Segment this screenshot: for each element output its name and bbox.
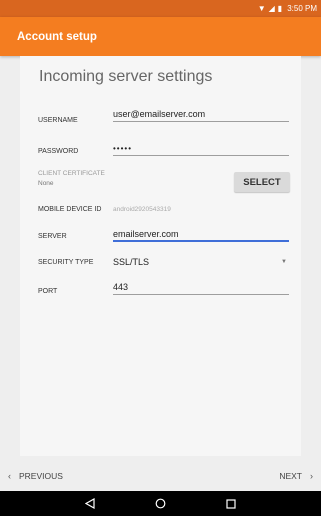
app-bar-title: Account setup: [17, 30, 97, 43]
home-icon[interactable]: [155, 498, 166, 509]
system-navigation-bar: [0, 491, 321, 516]
port-field[interactable]: [113, 281, 289, 295]
username-label: USERNAME: [38, 117, 78, 124]
battery-icon: ▮: [277, 3, 283, 13]
next-button[interactable]: NEXT ›: [279, 471, 313, 481]
server-field[interactable]: [113, 228, 289, 242]
signal-icon: ◢: [268, 3, 275, 13]
page-title: Incoming server settings: [39, 68, 213, 85]
server-label: SERVER: [38, 233, 67, 240]
settings-card: Incoming server settings USERNAME PASSWO…: [20, 56, 301, 456]
previous-button[interactable]: ‹ PREVIOUS: [8, 471, 63, 481]
port-label: PORT: [38, 288, 58, 295]
wifi-icon: ▼: [257, 3, 266, 13]
password-field[interactable]: [113, 142, 289, 156]
back-icon[interactable]: [85, 498, 95, 509]
client-certificate-value: None: [38, 180, 54, 187]
select-certificate-button[interactable]: SELECT: [234, 172, 290, 192]
security-type-value: SSL/TLS: [113, 257, 150, 267]
recents-icon[interactable]: [226, 498, 236, 509]
status-bar: ▼ ◢ ▮ 3:50 PM: [0, 0, 321, 17]
chevron-right-icon: ›: [310, 471, 313, 481]
client-certificate-label: CLIENT CERTIFICATE: [38, 170, 105, 177]
password-label: PASSWORD: [38, 148, 79, 155]
status-time: 3:50 PM: [287, 4, 317, 13]
wizard-navigation: ‹ PREVIOUS NEXT ›: [0, 466, 321, 486]
dropdown-arrow-icon: ▼: [281, 259, 287, 265]
chevron-left-icon: ‹: [8, 471, 11, 481]
mobile-device-id-label: MOBILE DEVICE ID: [38, 206, 102, 213]
username-field[interactable]: [113, 108, 289, 122]
previous-label: PREVIOUS: [19, 471, 63, 481]
security-type-label: SECURITY TYPE: [38, 259, 94, 266]
app-bar: Account setup: [0, 17, 321, 56]
mobile-device-id-value: android2920543319: [113, 206, 171, 213]
next-label: NEXT: [279, 471, 302, 481]
security-type-select[interactable]: SSL/TLS ▼: [113, 255, 289, 269]
